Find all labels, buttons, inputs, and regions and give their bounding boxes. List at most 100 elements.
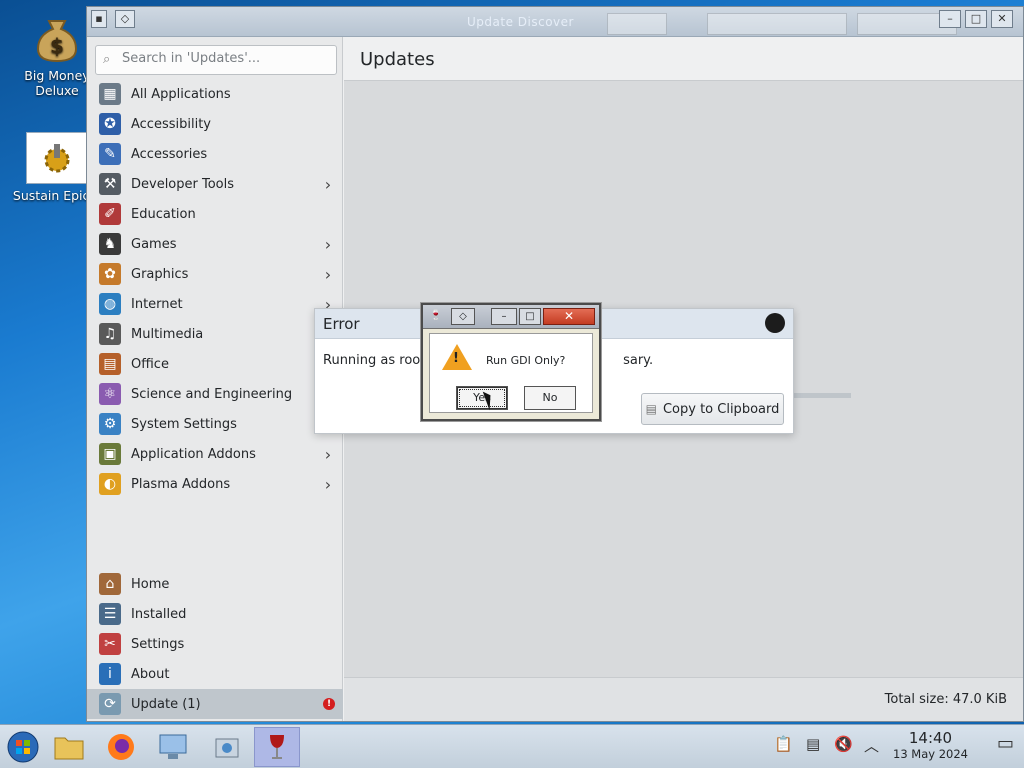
sidebar-item-label: Science and Engineering	[131, 386, 293, 402]
search-field[interactable]: ⌕	[95, 45, 337, 75]
sidebar-item-label: Internet	[131, 296, 183, 312]
office-icon: ▤	[99, 353, 121, 375]
alert-badge-icon: !	[323, 698, 335, 710]
clock[interactable]: 14:40 13 May 2024	[893, 729, 968, 761]
status-bar: Total size: 47.0 KiB	[344, 677, 1023, 721]
gear-icon	[26, 132, 88, 184]
home-icon: ⌂	[99, 573, 121, 595]
file-manager-icon[interactable]	[46, 727, 92, 767]
window-title: Update Discover	[467, 15, 574, 29]
close-button[interactable]: ✕	[991, 10, 1013, 28]
clipboard-tray-icon[interactable]: 📋	[774, 735, 793, 753]
sidebar: ⌕ ▦ All Applications ✪ Accessibility ✎ Access…	[87, 37, 343, 721]
gdi-dialog: 🍷 ◇ – □ ✕ ! Run GDI Only? Yes No	[421, 303, 601, 421]
developer-tools-icon: ⚒	[99, 173, 121, 195]
wine-icon[interactable]	[254, 727, 300, 767]
gdi-titlebar[interactable]: 🍷 ◇ – □ ✕	[423, 305, 599, 329]
maximize-button[interactable]: □	[965, 10, 987, 28]
background-window-strip	[707, 13, 847, 35]
sidebar-item-installed[interactable]: ☰ Installed	[87, 599, 343, 629]
copy-to-clipboard-button[interactable]: ▤ Copy to Clipboard	[641, 393, 784, 425]
sidebar-item-label: Multimedia	[131, 326, 204, 342]
close-dot-icon[interactable]	[765, 313, 785, 333]
firefox-icon[interactable]	[98, 727, 144, 767]
sidebar-item-label: Installed	[131, 606, 187, 622]
sidebar-item-application-addons[interactable]: ▣ Application Addons ›	[95, 439, 335, 469]
keep-above-button[interactable]: ◇	[115, 10, 135, 28]
maximize-button[interactable]: □	[519, 308, 541, 325]
error-message-end: sary.	[623, 353, 654, 368]
sidebar-item-label: Graphics	[131, 266, 189, 282]
clipboard-icon: ▤	[645, 402, 657, 416]
search-input[interactable]	[122, 51, 332, 66]
sidebar-item-label: Education	[131, 206, 196, 222]
chevron-up-icon[interactable]: ︿	[864, 735, 879, 756]
multimedia-icon: ♫	[99, 323, 121, 345]
grid-icon: ▦	[99, 83, 121, 105]
sidebar-item-developer-tools[interactable]: ⚒ Developer Tools ›	[95, 169, 335, 199]
start-orb-icon[interactable]	[0, 727, 46, 767]
games-icon: ♞	[99, 233, 121, 255]
sidebar-item-home[interactable]: ⌂ Home	[87, 569, 343, 599]
sidebar-item-games[interactable]: ♞ Games ›	[95, 229, 335, 259]
error-message-start: Running as root i	[323, 353, 434, 368]
science-icon: ⚛	[99, 383, 121, 405]
sidebar-item-office[interactable]: ▤ Office	[95, 349, 335, 379]
sidebar-item-label: Games	[131, 236, 177, 252]
control-panel-icon[interactable]	[150, 727, 196, 767]
sidebar-item-education[interactable]: ✐ Education	[95, 199, 335, 229]
graphics-icon: ✿	[99, 263, 121, 285]
sidebar-item-about[interactable]: i About	[87, 659, 343, 689]
internet-icon: ◍	[99, 293, 121, 315]
application-addons-icon: ▣	[99, 443, 121, 465]
chevron-right-icon: ›	[324, 174, 332, 194]
notes-tray-icon[interactable]: ▤	[806, 735, 820, 753]
chevron-right-icon: ›	[324, 264, 332, 284]
window-titlebar[interactable]: ▪ ◇ Update Discover – □ ✕	[87, 7, 1023, 37]
sidebar-item-label: About	[131, 666, 170, 682]
gdi-question: Run GDI Only?	[486, 354, 566, 367]
sidebar-item-all-applications[interactable]: ▦ All Applications	[95, 79, 335, 109]
minimize-button[interactable]: –	[939, 10, 961, 28]
accessibility-icon: ✪	[99, 113, 121, 135]
svg-text:$: $	[50, 34, 64, 58]
no-button[interactable]: No	[524, 386, 576, 410]
volume-muted-icon[interactable]: 🔇	[834, 735, 853, 753]
sidebar-item-plasma-addons[interactable]: ◐ Plasma Addons ›	[95, 469, 335, 499]
sidebar-item-label: Accessories	[131, 146, 208, 162]
about-icon: i	[99, 663, 121, 685]
sidebar-item-multimedia[interactable]: ♫ Multimedia	[95, 319, 335, 349]
search-icon: ⌕	[103, 52, 111, 67]
accessories-icon: ✎	[99, 143, 121, 165]
minimize-button[interactable]: –	[491, 308, 517, 325]
close-button[interactable]: ✕	[543, 308, 595, 325]
taskbar: 📋 ▤ 🔇 ︿ 14:40 13 May 2024 ▭	[0, 724, 1024, 768]
chevron-right-icon: ›	[324, 234, 332, 254]
installer-icon[interactable]	[204, 727, 250, 767]
clock-time: 14:40	[908, 729, 953, 747]
sidebar-item-label: System Settings	[131, 416, 237, 432]
chevron-right-icon: ›	[324, 444, 332, 464]
warning-icon: !	[442, 344, 472, 370]
sidebar-item-internet[interactable]: ◍ Internet ›	[95, 289, 335, 319]
keep-above-button[interactable]: ◇	[451, 308, 475, 325]
sidebar-item-system-settings[interactable]: ⚙ System Settings	[95, 409, 335, 439]
installed-icon: ☰	[99, 603, 121, 625]
sidebar-item-label: Update (1)	[131, 696, 201, 712]
window-menu-button[interactable]: ▪	[91, 10, 107, 28]
sidebar-item-label: Settings	[131, 636, 185, 652]
sidebar-item-accessories[interactable]: ✎ Accessories	[95, 139, 335, 169]
sidebar-item-graphics[interactable]: ✿ Graphics ›	[95, 259, 335, 289]
gdi-body: ! Run GDI Only? Yes No	[429, 333, 593, 413]
settings-icon: ✂	[99, 633, 121, 655]
show-desktop-icon[interactable]: ▭	[997, 733, 1014, 754]
clock-date: 13 May 2024	[893, 747, 968, 761]
sidebar-item-update[interactable]: ⟳ Update (1)!	[87, 689, 343, 719]
background-window-strip	[607, 13, 667, 35]
yes-button[interactable]: Yes	[456, 386, 508, 410]
sidebar-item-label: Developer Tools	[131, 176, 235, 192]
education-icon: ✐	[99, 203, 121, 225]
sidebar-item-accessibility[interactable]: ✪ Accessibility	[95, 109, 335, 139]
sidebar-item-settings[interactable]: ✂ Settings	[87, 629, 343, 659]
sidebar-item-science-and-engineering[interactable]: ⚛ Science and Engineering	[95, 379, 335, 409]
